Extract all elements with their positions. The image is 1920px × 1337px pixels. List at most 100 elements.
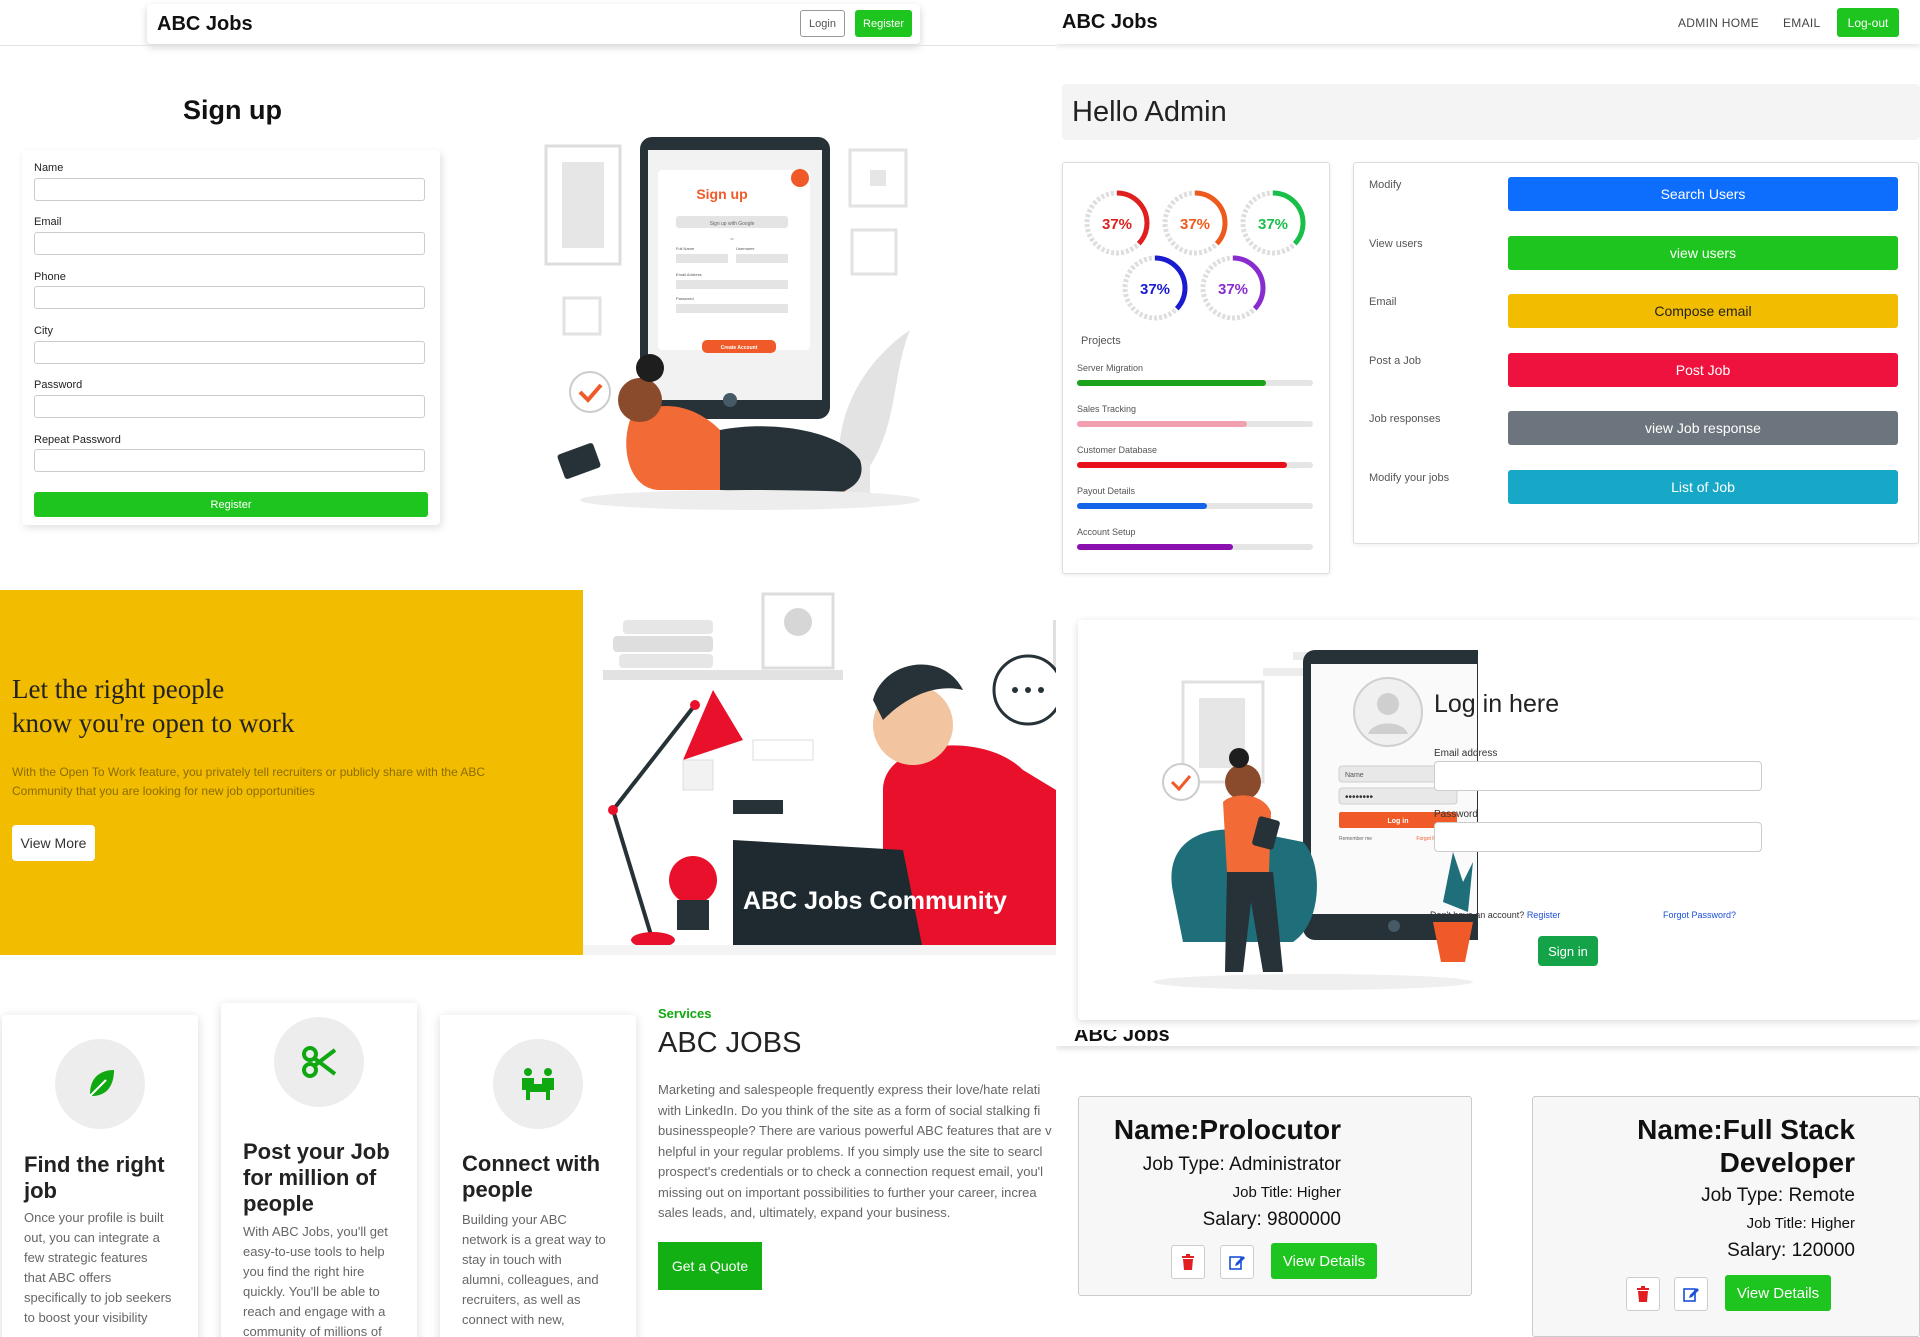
project-row: Account Setup (1077, 527, 1313, 563)
illus-google: Sign up with Google (710, 221, 755, 227)
signup-page: ABC Jobs Login Register Sign up Name Ema… (0, 0, 1056, 590)
view-details-button[interactable]: View Details (1271, 1243, 1377, 1279)
admin-navbar: ABC Jobs ADMIN HOME EMAIL Log-out (1056, 0, 1920, 44)
project-row: Server Migration (1077, 363, 1313, 399)
service-text: Building your ABC (462, 1212, 567, 1227)
services-heading: ABC JOBS (658, 1027, 802, 1059)
action-button[interactable]: Post Job (1508, 352, 1898, 387)
login-password-input[interactable] (1434, 822, 1762, 852)
project-row: Customer Database (1077, 445, 1313, 481)
get-a-quote-button[interactable]: Get a Quote (658, 1242, 762, 1290)
greeting-title: Hello Admin (1072, 96, 1227, 128)
email-input[interactable] (34, 232, 425, 255)
register-link[interactable]: Register (1527, 910, 1561, 920)
edit-button[interactable] (1220, 1245, 1254, 1279)
job-name-line2: Developer (1719, 1147, 1855, 1178)
job-title: Job Title: Higher (1232, 1184, 1341, 1201)
services-section: Find the right job Once your profile is bu… (0, 955, 1056, 1337)
city-input[interactable] (34, 341, 425, 364)
project-label: Sales Tracking (1077, 404, 1137, 414)
repeat-password-input[interactable] (34, 449, 425, 472)
nav-email[interactable]: EMAIL (1783, 16, 1821, 30)
register-submit-button[interactable]: Register (34, 492, 428, 517)
ring-label: 37% (1102, 216, 1132, 233)
progress-ring: 37% (1084, 190, 1150, 256)
name-input[interactable] (34, 178, 425, 201)
hero-desc-line2: Community that you are looking for new j… (12, 784, 315, 798)
services-body-line: missing out on important possibilities t… (658, 1184, 1037, 1200)
edit-icon (1683, 1288, 1699, 1302)
illus-remember: Remember me (1339, 836, 1372, 842)
email-address-label: Email address (1434, 748, 1498, 759)
hero-illustration: ABC Jobs Community (583, 590, 1056, 955)
job-listings: ABC Jobs Name:Prolocutor Job Type: Admin… (1056, 1030, 1920, 1337)
service-text: connect with new, (462, 1312, 565, 1327)
forgot-password-link[interactable]: Forgot Password? (1663, 910, 1736, 920)
service-text: With ABC Jobs, you'll get (243, 1224, 388, 1239)
progress-ring: 37% (1122, 255, 1188, 321)
actions-list: Modify Search Users View users view users Em… (1354, 163, 1920, 545)
job-card: Name:Prolocutor Job Type: Administrator … (1078, 1096, 1472, 1296)
project-label: Account Setup (1077, 527, 1136, 537)
services-body-line: sales leads, and, ultimately, expand you… (658, 1205, 951, 1220)
illus-username: Username (736, 246, 755, 251)
service-title: Post your Job (243, 1139, 390, 1164)
action-label: Post a Job (1369, 354, 1421, 367)
action-label: Email (1369, 296, 1397, 308)
phone-label: Phone (34, 271, 66, 283)
hero-title-line1: Let the right people (12, 674, 225, 704)
service-icon-circle (274, 1017, 364, 1107)
project-label: Customer Database (1077, 445, 1158, 455)
divider (0, 45, 1056, 46)
services-body: Marketing and salespeople frequently exp… (658, 1080, 1056, 1224)
login-button[interactable]: Login (800, 10, 845, 37)
illus-create: Create Account (721, 345, 758, 351)
services-body-line: helpful in your regular problems. If you… (658, 1143, 1043, 1159)
service-text: specifically to job seekers (24, 1290, 172, 1305)
job-salary: Salary: 9800000 (1202, 1209, 1341, 1230)
service-title: Find the right (24, 1152, 165, 1177)
view-more-button[interactable]: View More (12, 825, 95, 861)
service-text: few strategic features (24, 1250, 148, 1265)
action-button[interactable]: Compose email (1508, 294, 1898, 328)
signup-illustration: Sign up Sign up with Google or Full Name… (540, 130, 940, 525)
projects-title: Projects (1081, 335, 1121, 347)
service-title: job (24, 1178, 57, 1203)
brand-logo[interactable]: ABC Jobs (1062, 11, 1158, 34)
password-input[interactable] (34, 395, 425, 418)
action-button[interactable]: view users (1508, 235, 1898, 270)
service-text: reach and engage with a (243, 1304, 386, 1319)
phone-input[interactable] (34, 286, 425, 309)
services-body-line: with LinkedIn. Do you think of the site … (658, 1102, 1041, 1118)
view-details-button[interactable]: View Details (1725, 1275, 1831, 1311)
illus-login-password: •••••••• (1345, 792, 1374, 803)
services-body-line: prospect's credentials or to check a con… (658, 1164, 1044, 1179)
illus-login-button: Log in (1388, 818, 1409, 825)
action-button[interactable]: Search Users (1508, 177, 1898, 211)
signup-illustration-art: Sign up Sign up with Google or Full Name… (544, 137, 920, 510)
action-button[interactable]: view Job response (1508, 411, 1898, 445)
register-nav-button[interactable]: Register (855, 10, 912, 37)
service-icon-circle (55, 1039, 145, 1129)
login-email-input[interactable] (1434, 761, 1762, 791)
delete-button[interactable] (1171, 1245, 1205, 1279)
actions-panel: Modify Search Users View users view users Em… (1353, 162, 1919, 544)
admin-dashboard: ABC Jobs ADMIN HOME EMAIL Log-out Hello … (1056, 0, 1920, 590)
illus-full-name: Full Name (676, 246, 695, 251)
service-text: community of millions of (243, 1324, 382, 1337)
delete-button[interactable] (1626, 1277, 1660, 1311)
login-page: Name •••••••• Log in Remember me Forgot … (1056, 590, 1920, 1030)
login-card: Name •••••••• Log in Remember me Forgot … (1078, 620, 1920, 1020)
services-kicker: Services (658, 1006, 712, 1021)
ring-label: 37% (1218, 281, 1248, 298)
nav-admin-home[interactable]: ADMIN HOME (1678, 16, 1759, 30)
sign-in-button[interactable]: Sign in (1538, 936, 1598, 966)
service-title: people (243, 1191, 314, 1216)
action-button[interactable]: List of Job (1508, 469, 1898, 504)
city-label: City (34, 325, 53, 337)
logout-button[interactable]: Log-out (1837, 8, 1899, 37)
brand-logo[interactable]: ABC Jobs (157, 13, 253, 36)
job-name: Name:Prolocutor (1113, 1114, 1341, 1145)
project-label: Payout Details (1077, 486, 1136, 496)
edit-button[interactable] (1674, 1277, 1708, 1311)
